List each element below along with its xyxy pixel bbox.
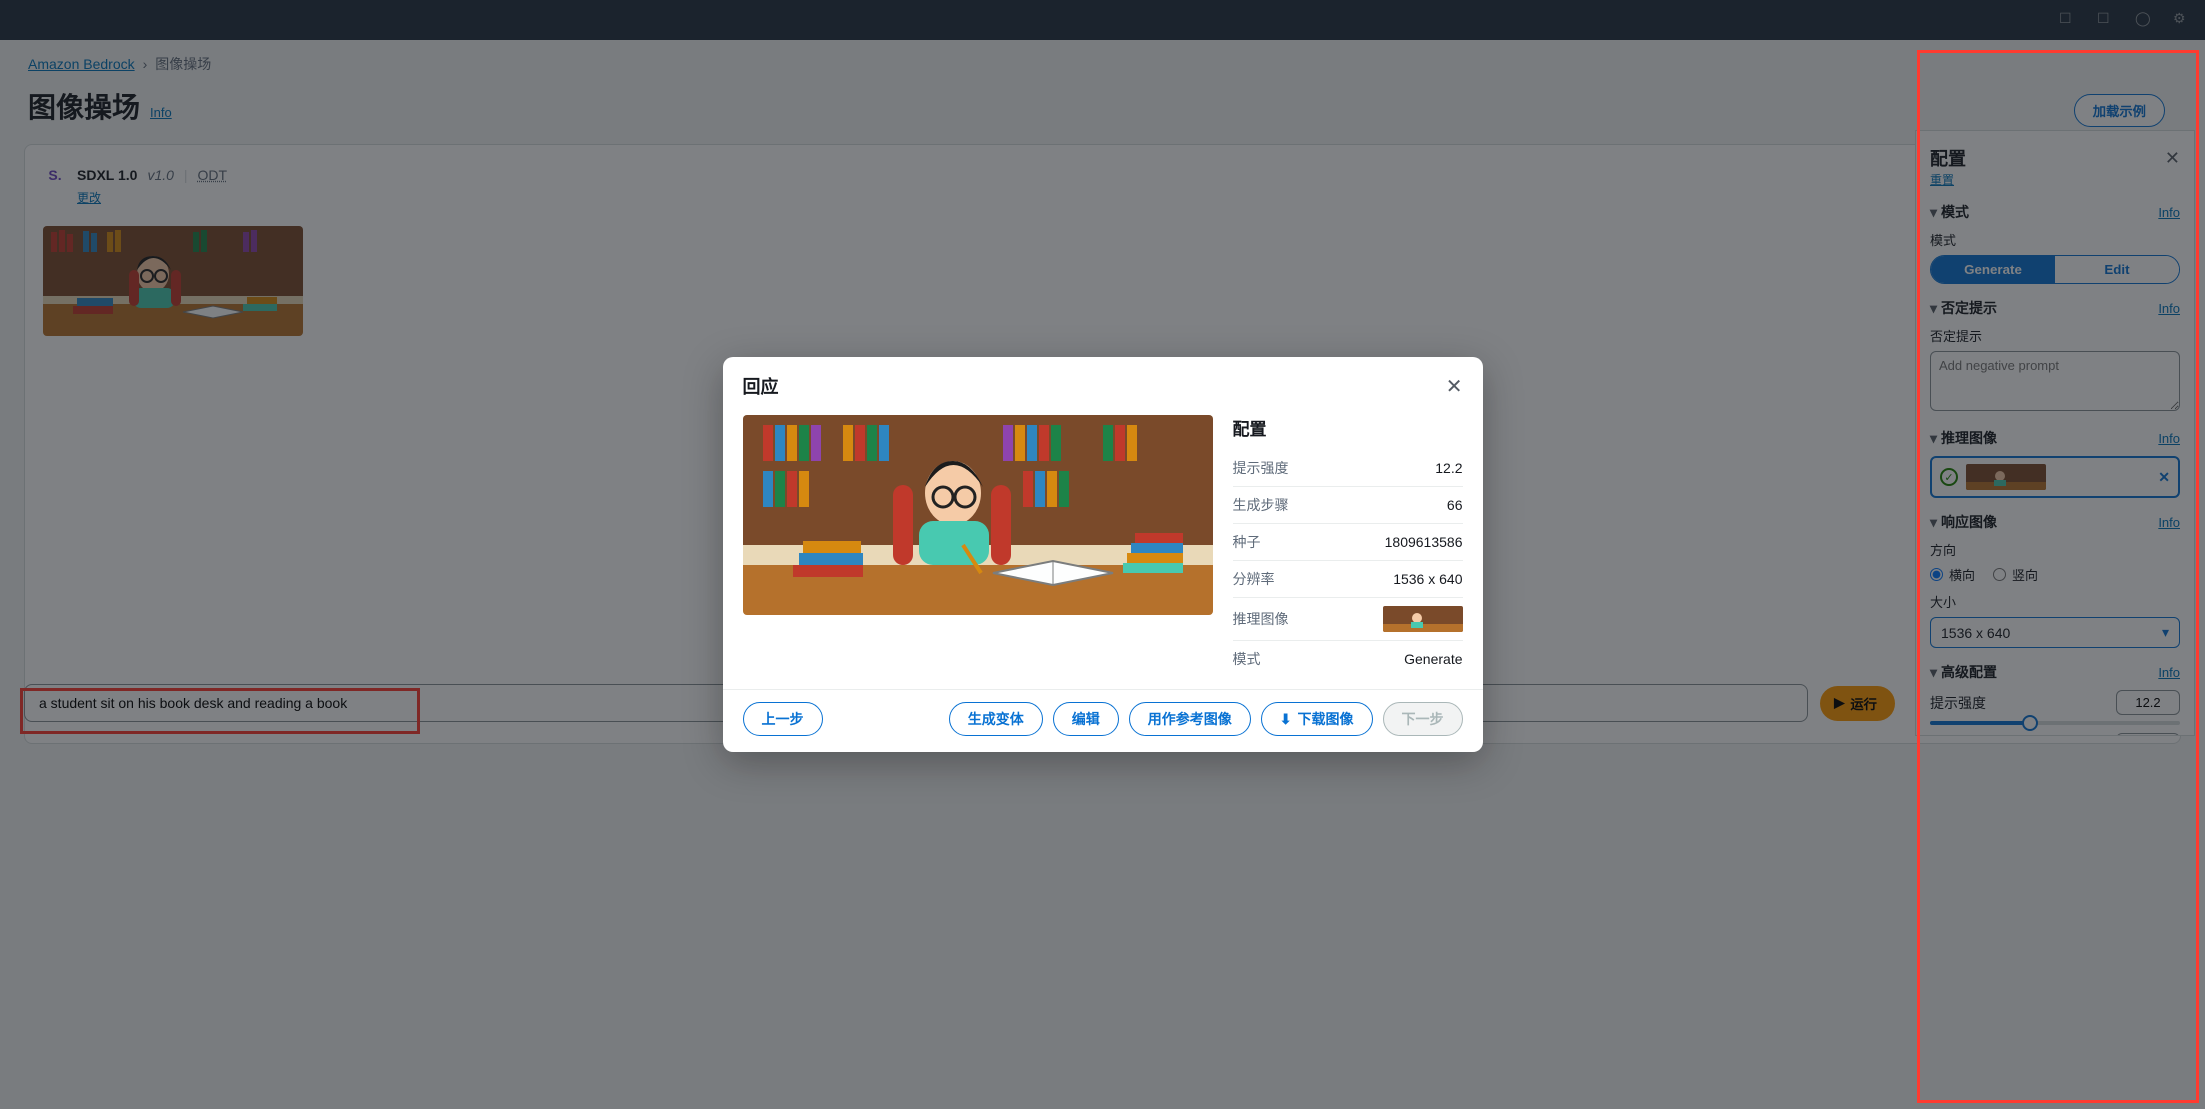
variants-button[interactable]: 生成变体 bbox=[949, 702, 1043, 736]
cfg-row-seed: 种子 1809613586 bbox=[1233, 524, 1463, 561]
prev-button[interactable]: 上一步 bbox=[743, 702, 823, 736]
next-button: 下一步 bbox=[1383, 702, 1463, 736]
cfg-infer-thumb bbox=[1383, 606, 1463, 632]
modal-result-image bbox=[743, 415, 1213, 615]
use-reference-button[interactable]: 用作参考图像 bbox=[1129, 702, 1251, 736]
cfg-row-mode: 模式 Generate bbox=[1233, 641, 1463, 677]
student-library-illustration-icon bbox=[743, 415, 1213, 615]
modal-config-column: 配置 提示强度 12.2 生成步骤 66 种子 1809613586 分辨率 1… bbox=[1233, 415, 1463, 677]
edit-button[interactable]: 编辑 bbox=[1053, 702, 1119, 736]
cfg-row-prompt-strength: 提示强度 12.2 bbox=[1233, 450, 1463, 487]
close-icon[interactable]: ✕ bbox=[1446, 374, 1463, 399]
cfg-row-infer-image: 推理图像 bbox=[1233, 598, 1463, 641]
modal-title: 回应 bbox=[743, 373, 779, 399]
modal-footer: 上一步 生成变体 编辑 用作参考图像 ⬇ 下载图像 下一步 bbox=[723, 689, 1483, 752]
cfg-row-steps: 生成步骤 66 bbox=[1233, 487, 1463, 524]
modal-overlay: 回应 ✕ bbox=[0, 0, 2205, 1109]
modal-config-title: 配置 bbox=[1233, 415, 1463, 440]
download-icon: ⬇ bbox=[1280, 711, 1292, 728]
response-modal: 回应 ✕ bbox=[723, 357, 1483, 752]
download-button[interactable]: ⬇ 下载图像 bbox=[1261, 702, 1373, 736]
cfg-row-resolution: 分辨率 1536 x 640 bbox=[1233, 561, 1463, 598]
